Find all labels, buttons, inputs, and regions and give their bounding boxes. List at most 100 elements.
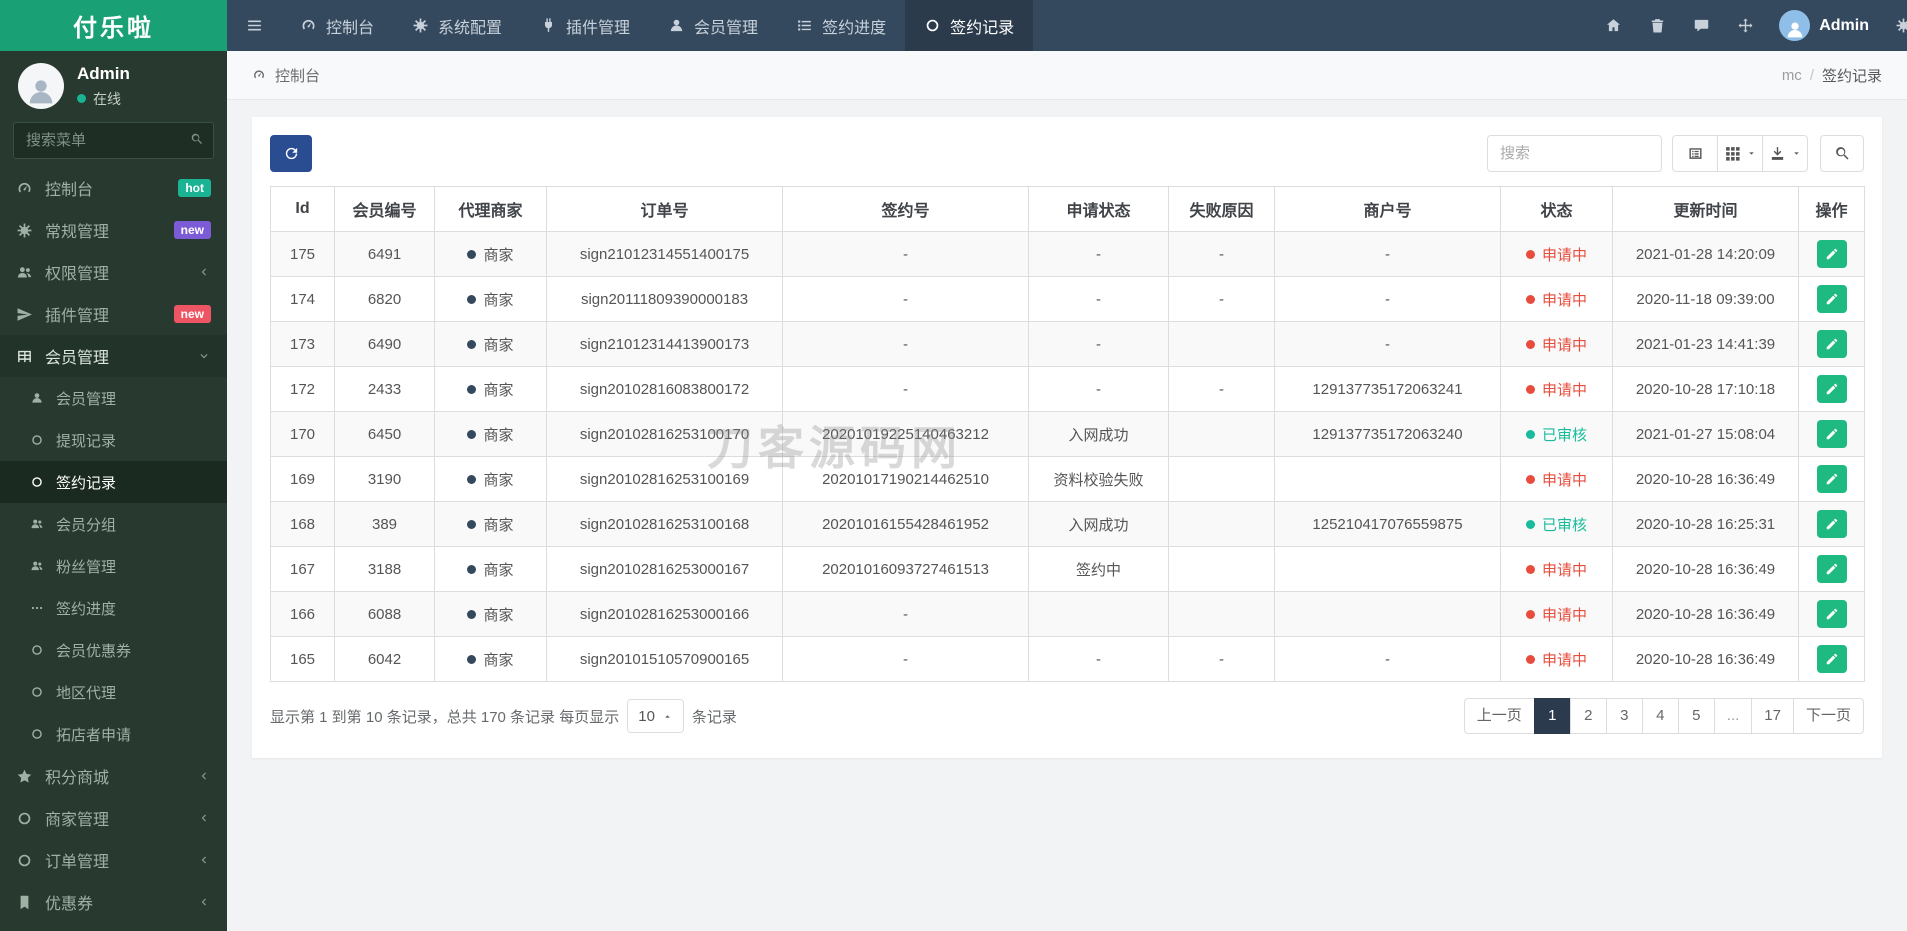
- column-header-member-no[interactable]: 会员编号: [334, 186, 435, 232]
- status-dot-icon: [1525, 429, 1535, 439]
- cell-fail-reason: -: [1168, 276, 1275, 322]
- columns-button[interactable]: [1717, 135, 1763, 172]
- home-button[interactable]: [1591, 0, 1635, 51]
- submenu-item-member-groups[interactable]: 会员分组: [0, 503, 227, 545]
- submenu-item-fans[interactable]: 粉丝管理: [0, 545, 227, 587]
- brand-logo[interactable]: 付乐啦: [0, 0, 227, 51]
- cell-merchant-no: [1274, 456, 1501, 502]
- table-toolbar: [270, 135, 1864, 172]
- pagination-page[interactable]: 17: [1751, 698, 1794, 734]
- submenu-item-label: 粉丝管理: [56, 558, 117, 576]
- column-header-fail-reason[interactable]: 失败原因: [1168, 186, 1275, 232]
- edit-button[interactable]: [1816, 555, 1847, 583]
- export-button[interactable]: [1762, 135, 1808, 172]
- edit-button[interactable]: [1816, 240, 1847, 268]
- clear-cache-button[interactable]: [1635, 0, 1679, 51]
- pagination-page[interactable]: 2: [1569, 698, 1607, 734]
- submenu-item-sign-records[interactable]: 签约记录: [0, 461, 227, 503]
- pagination-next[interactable]: 下一页: [1792, 698, 1864, 734]
- sidebar-item-coupons[interactable]: 优惠券: [0, 881, 227, 923]
- nav-item-console[interactable]: 控制台: [281, 0, 393, 51]
- pagination-prev[interactable]: 上一页: [1463, 698, 1535, 734]
- column-header-merchant-no[interactable]: 商户号: [1274, 186, 1501, 232]
- nav-item-system-config[interactable]: 系统配置: [393, 0, 521, 51]
- cell-id: 170: [270, 411, 335, 457]
- sidebar-item-permissions[interactable]: 权限管理: [0, 251, 227, 293]
- status-badge: 申请中: [1525, 334, 1587, 355]
- cell-order-no: sign20102816253100168: [546, 501, 783, 547]
- plane-icon: [16, 306, 33, 323]
- column-header-status[interactable]: 状态: [1500, 186, 1613, 232]
- circle-icon: [924, 17, 941, 34]
- status-badge: 申请中: [1525, 559, 1587, 580]
- settings-button[interactable]: [1881, 0, 1907, 51]
- sidebar-item-plugins[interactable]: 插件管理 new: [0, 293, 227, 335]
- cell-order-no: sign21012314551400175: [546, 231, 783, 277]
- submenu-item-withdraw-records[interactable]: 提现记录: [0, 419, 227, 461]
- nav-item-plugins[interactable]: 插件管理: [521, 0, 649, 51]
- fullscreen-button[interactable]: [1723, 0, 1767, 51]
- table-body: 175 6491 商家 sign21012314551400175 - - - …: [270, 231, 1865, 682]
- users-icon: [16, 264, 33, 281]
- message-button[interactable]: [1679, 0, 1723, 51]
- column-header-order-no[interactable]: 订单号: [546, 186, 783, 232]
- pagination-page[interactable]: 1: [1533, 698, 1571, 734]
- nav-item-members[interactable]: 会员管理: [649, 0, 777, 51]
- grid-icon: [1724, 145, 1741, 162]
- column-header-id[interactable]: Id: [270, 186, 335, 232]
- column-header-agent[interactable]: 代理商家: [434, 186, 547, 232]
- search-toggle-button[interactable]: [1820, 135, 1864, 172]
- edit-button[interactable]: [1816, 420, 1847, 448]
- user-menu[interactable]: Admin: [1767, 10, 1881, 41]
- page-size-select[interactable]: 10: [627, 699, 684, 733]
- status-dot-icon: [1525, 294, 1535, 304]
- status-dot-icon: [1525, 519, 1535, 529]
- cell-fail-reason: [1168, 546, 1275, 592]
- cell-sign-no: -: [782, 276, 1029, 322]
- nav-item-sign-records[interactable]: 签约记录: [905, 0, 1034, 51]
- menu-search-input[interactable]: [13, 122, 214, 159]
- sidebar-item-members[interactable]: 会员管理: [0, 335, 227, 377]
- sidebar-toggle-button[interactable]: [227, 0, 281, 51]
- edit-button[interactable]: [1816, 645, 1847, 673]
- sidebar-item-merchants[interactable]: 商家管理: [0, 797, 227, 839]
- cell-sign-no: -: [782, 366, 1029, 412]
- edit-button[interactable]: [1816, 510, 1847, 538]
- edit-button[interactable]: [1816, 465, 1847, 493]
- submenu-item-region-agents[interactable]: 地区代理: [0, 671, 227, 713]
- agent-dot-icon: [467, 519, 477, 529]
- sidebar-item-general[interactable]: 常规管理 new: [0, 209, 227, 251]
- pagination-page: ...: [1713, 698, 1753, 734]
- column-header-operate[interactable]: 操作: [1798, 186, 1865, 232]
- edit-button[interactable]: [1816, 600, 1847, 628]
- edit-button[interactable]: [1816, 375, 1847, 403]
- table-search-input[interactable]: [1487, 135, 1662, 172]
- pagination-page[interactable]: 4: [1641, 698, 1679, 734]
- avatar[interactable]: [18, 63, 64, 109]
- users-icon: [30, 517, 44, 531]
- nav-item-sign-progress[interactable]: 签约进度: [777, 0, 905, 51]
- submenu-item-sign-progress[interactable]: 签约进度: [0, 587, 227, 629]
- sidebar-item-points-mall[interactable]: 积分商城: [0, 755, 227, 797]
- sidebar-item-orders[interactable]: 订单管理: [0, 839, 227, 881]
- toggle-view-button[interactable]: [1672, 135, 1718, 172]
- cell-updated-time: 2021-01-23 14:41:39: [1612, 321, 1799, 367]
- submenu-item-member-manage[interactable]: 会员管理: [0, 377, 227, 419]
- submenu-item-shop-applications[interactable]: 拓店者申请: [0, 713, 227, 755]
- cell-order-no: sign20102816253100170: [546, 411, 783, 457]
- pagination-page[interactable]: 5: [1677, 698, 1715, 734]
- edit-button[interactable]: [1816, 330, 1847, 358]
- sidebar-item-console[interactable]: 控制台 hot: [0, 167, 227, 209]
- pagination-page[interactable]: 3: [1605, 698, 1643, 734]
- chevron-left-icon: [197, 853, 211, 867]
- submenu-item-member-coupons[interactable]: 会员优惠券: [0, 629, 227, 671]
- refresh-button[interactable]: [270, 135, 312, 172]
- column-header-updated[interactable]: 更新时间: [1612, 186, 1799, 232]
- column-header-sign-no[interactable]: 签约号: [782, 186, 1029, 232]
- agent-dot-icon: [467, 429, 477, 439]
- edit-button[interactable]: [1816, 285, 1847, 313]
- circle-icon: [30, 685, 44, 699]
- breadcrumb[interactable]: 控制台: [252, 65, 320, 86]
- column-header-apply-status[interactable]: 申请状态: [1028, 186, 1169, 232]
- cell-member-no: 3188: [334, 546, 435, 592]
